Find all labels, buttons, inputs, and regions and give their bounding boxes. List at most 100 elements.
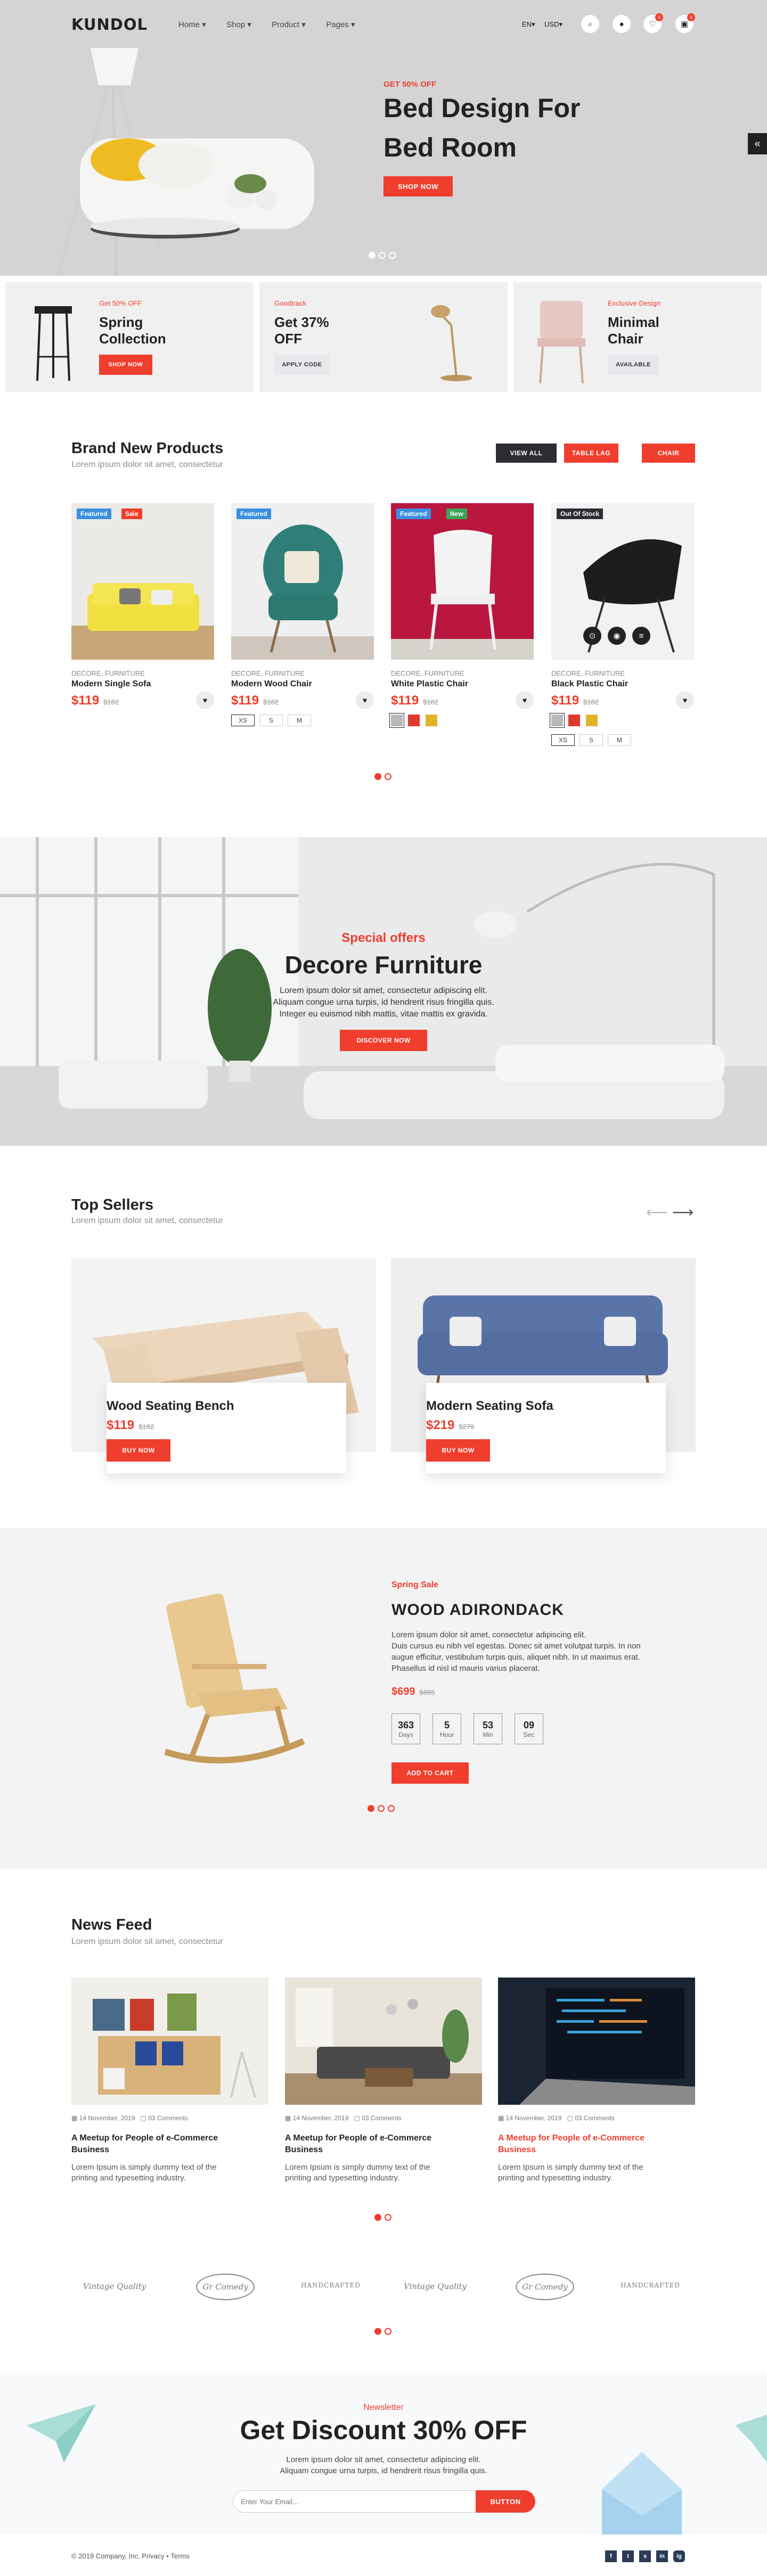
apply-code-button[interactable]: APPLY CODE (274, 355, 330, 375)
news-headline[interactable]: A Meetup for People of e-Commerce Busines… (285, 2132, 482, 2156)
news-image[interactable] (498, 1978, 695, 2105)
comment-icon: ▢ (354, 2114, 362, 2122)
news-card[interactable]: ▦ 14 November, 2019 ▢ 03 Comments A Meet… (285, 1978, 482, 2184)
size-s[interactable]: S (580, 734, 603, 746)
deal-pager[interactable] (366, 1805, 396, 1815)
seller-card[interactable]: Wood Seating Bench $119 $182 BUY NOW (71, 1258, 376, 1473)
size-m[interactable]: M (608, 734, 631, 746)
news-image[interactable] (285, 1978, 482, 2105)
promo-discount[interactable]: Goodtrack Get 37% OFF APPLY CODE (259, 282, 508, 392)
brand-logo[interactable]: Vintage Quality (80, 2282, 149, 2291)
search-icon[interactable]: ⌕ (581, 15, 599, 33)
product-name[interactable]: Black Plastic Chair (551, 679, 694, 689)
product-name[interactable]: Modern Wood Chair (231, 679, 374, 689)
offer-text-3: Integer eu euismod nibh mattis, vitae ma… (279, 1010, 488, 1019)
swatch-red[interactable] (568, 715, 581, 726)
brand-logo[interactable]: Gr Comedy (196, 2274, 255, 2300)
brand-logo[interactable]: HANDCRAFTED (301, 2282, 360, 2289)
prev-arrow-icon[interactable]: ⟵ (646, 1203, 667, 1221)
product-image[interactable]: Out Of Stock ⊙ ◉ ≡ (551, 503, 694, 660)
side-toggle-icon[interactable]: « (748, 133, 767, 154)
next-arrow-icon[interactable]: ⟶ (672, 1203, 693, 1221)
top-sellers-title: Top Sellers (71, 1196, 154, 1213)
eye-icon[interactable]: ◉ (608, 627, 626, 645)
nav-product[interactable]: Product ▾ (272, 20, 305, 29)
filter-chair[interactable]: CHAIR (642, 444, 695, 463)
news-headline[interactable]: A Meetup for People of e-Commerce Busines… (498, 2132, 695, 2156)
compare-icon[interactable]: ≡ (632, 627, 650, 645)
size-xs[interactable]: XS (551, 734, 575, 746)
hero-dots[interactable] (367, 252, 397, 261)
linkedin-icon[interactable]: in (656, 2550, 668, 2562)
products-pager[interactable] (373, 773, 393, 783)
seller-name[interactable]: Modern Seating Sofa (426, 1399, 553, 1414)
product-name[interactable]: White Plastic Chair (391, 679, 534, 689)
news-card[interactable]: ▦ 14 November, 2019 ▢ 03 Comments A Meet… (71, 1978, 268, 2184)
promo-title-1: Spring (99, 314, 143, 330)
brand-logo[interactable]: Gr Comedy (516, 2274, 574, 2300)
currency-select[interactable]: USD▾ (544, 20, 562, 29)
product-name[interactable]: Modern Single Sofa (71, 679, 214, 689)
nav-home[interactable]: Home ▾ (178, 20, 206, 29)
promo-spring[interactable]: Get 50% OFF Spring Collection SHOP NOW (5, 282, 254, 392)
tag-sale: Sale (121, 508, 142, 519)
brand-logo[interactable]: Vintage Quality (401, 2282, 470, 2291)
envelope-icon (602, 2452, 682, 2534)
lock-icon[interactable]: ⊙ (583, 627, 601, 645)
discover-now-button[interactable]: DISCOVER NOW (340, 1030, 427, 1051)
buy-now-button[interactable]: BUY NOW (107, 1439, 170, 1462)
nav-pages[interactable]: Pages ▾ (326, 20, 355, 29)
cart-icon[interactable]: ▣ 0 (675, 13, 695, 33)
available-button[interactable]: AVAILABLE (608, 355, 659, 375)
email-input[interactable] (233, 2490, 476, 2513)
subscribe-button[interactable]: BUTTON (476, 2490, 535, 2513)
promo-minimal[interactable]: Exclusive Design Minimal Chair AVAILABLE (513, 282, 762, 392)
skype-icon[interactable]: s (639, 2550, 651, 2562)
user-icon[interactable]: ● (613, 15, 631, 33)
brands-pager[interactable] (373, 2328, 393, 2337)
product-image[interactable]: Featured Sale (71, 503, 214, 660)
promo-tag: Goodtrack (274, 299, 306, 307)
swatch-yellow[interactable] (425, 715, 437, 726)
heart-icon[interactable]: ♥ (676, 691, 694, 709)
instagram-icon[interactable]: ig (673, 2550, 685, 2562)
add-to-cart-button[interactable]: ADD TO CART (391, 1762, 469, 1784)
filter-view-all[interactable]: VIEW ALL (496, 444, 557, 463)
swatch-grey[interactable] (389, 713, 404, 728)
swatch-yellow[interactable] (585, 715, 598, 726)
filter-table-lag[interactable]: TABLE LAG (564, 444, 618, 463)
heart-icon[interactable]: ♥ (196, 691, 214, 709)
swatch-grey[interactable] (550, 713, 565, 728)
heart-icon[interactable]: ♥ (516, 691, 534, 709)
lang-select[interactable]: EN▾ (522, 20, 535, 29)
size-s[interactable]: S (259, 715, 283, 726)
seller-name[interactable]: Wood Seating Bench (107, 1399, 234, 1414)
facebook-icon[interactable]: f (605, 2550, 617, 2562)
news-pager[interactable] (373, 2214, 393, 2224)
wishlist-icon[interactable]: ♡ 0 (643, 13, 663, 33)
nav-shop[interactable]: Shop ▾ (226, 20, 251, 29)
seller-card[interactable]: Modern Seating Sofa $219 $279 BUY NOW (391, 1258, 696, 1473)
swatch-red[interactable] (408, 715, 420, 726)
news-card[interactable]: ▦ 14 November, 2019 ▢ 03 Comments A Meet… (498, 1978, 695, 2184)
brand-logo[interactable]: HANDCRAFTED (621, 2282, 680, 2289)
product-image[interactable]: Featured (231, 503, 374, 660)
hero-shop-button[interactable]: SHOP NOW (384, 176, 453, 196)
promo-shop-button[interactable]: SHOP NOW (99, 355, 152, 375)
size-m[interactable]: M (288, 715, 311, 726)
promo-tag: Get 50% OFF (99, 299, 142, 307)
product-image[interactable]: Featured New (391, 503, 534, 660)
product-card[interactable]: Featured DECORE, FURNITURE Modern Wood C… (231, 503, 374, 726)
news-headline[interactable]: A Meetup for People of e-Commerce Busines… (71, 2132, 268, 2156)
twitter-icon[interactable]: t (622, 2550, 634, 2562)
hero-title-2: Bed Room (384, 133, 517, 162)
buy-now-button[interactable]: BUY NOW (426, 1439, 490, 1462)
offer-text-2: Aliquam congue urna turpis, id hendrerit… (273, 998, 494, 1007)
product-card[interactable]: Featured New DECORE, FURNITURE White Pla… (389, 503, 534, 729)
size-xs[interactable]: XS (231, 715, 255, 726)
news-image[interactable] (71, 1978, 268, 2105)
logo[interactable]: KUNDOL (71, 15, 148, 34)
product-card[interactable]: Featured Sale DECORE, FURNITURE Modern S… (71, 503, 214, 709)
product-card[interactable]: Out Of Stock ⊙ ◉ ≡ DECORE, FURNITURE Bla… (550, 503, 694, 746)
heart-icon[interactable]: ♥ (356, 691, 374, 709)
